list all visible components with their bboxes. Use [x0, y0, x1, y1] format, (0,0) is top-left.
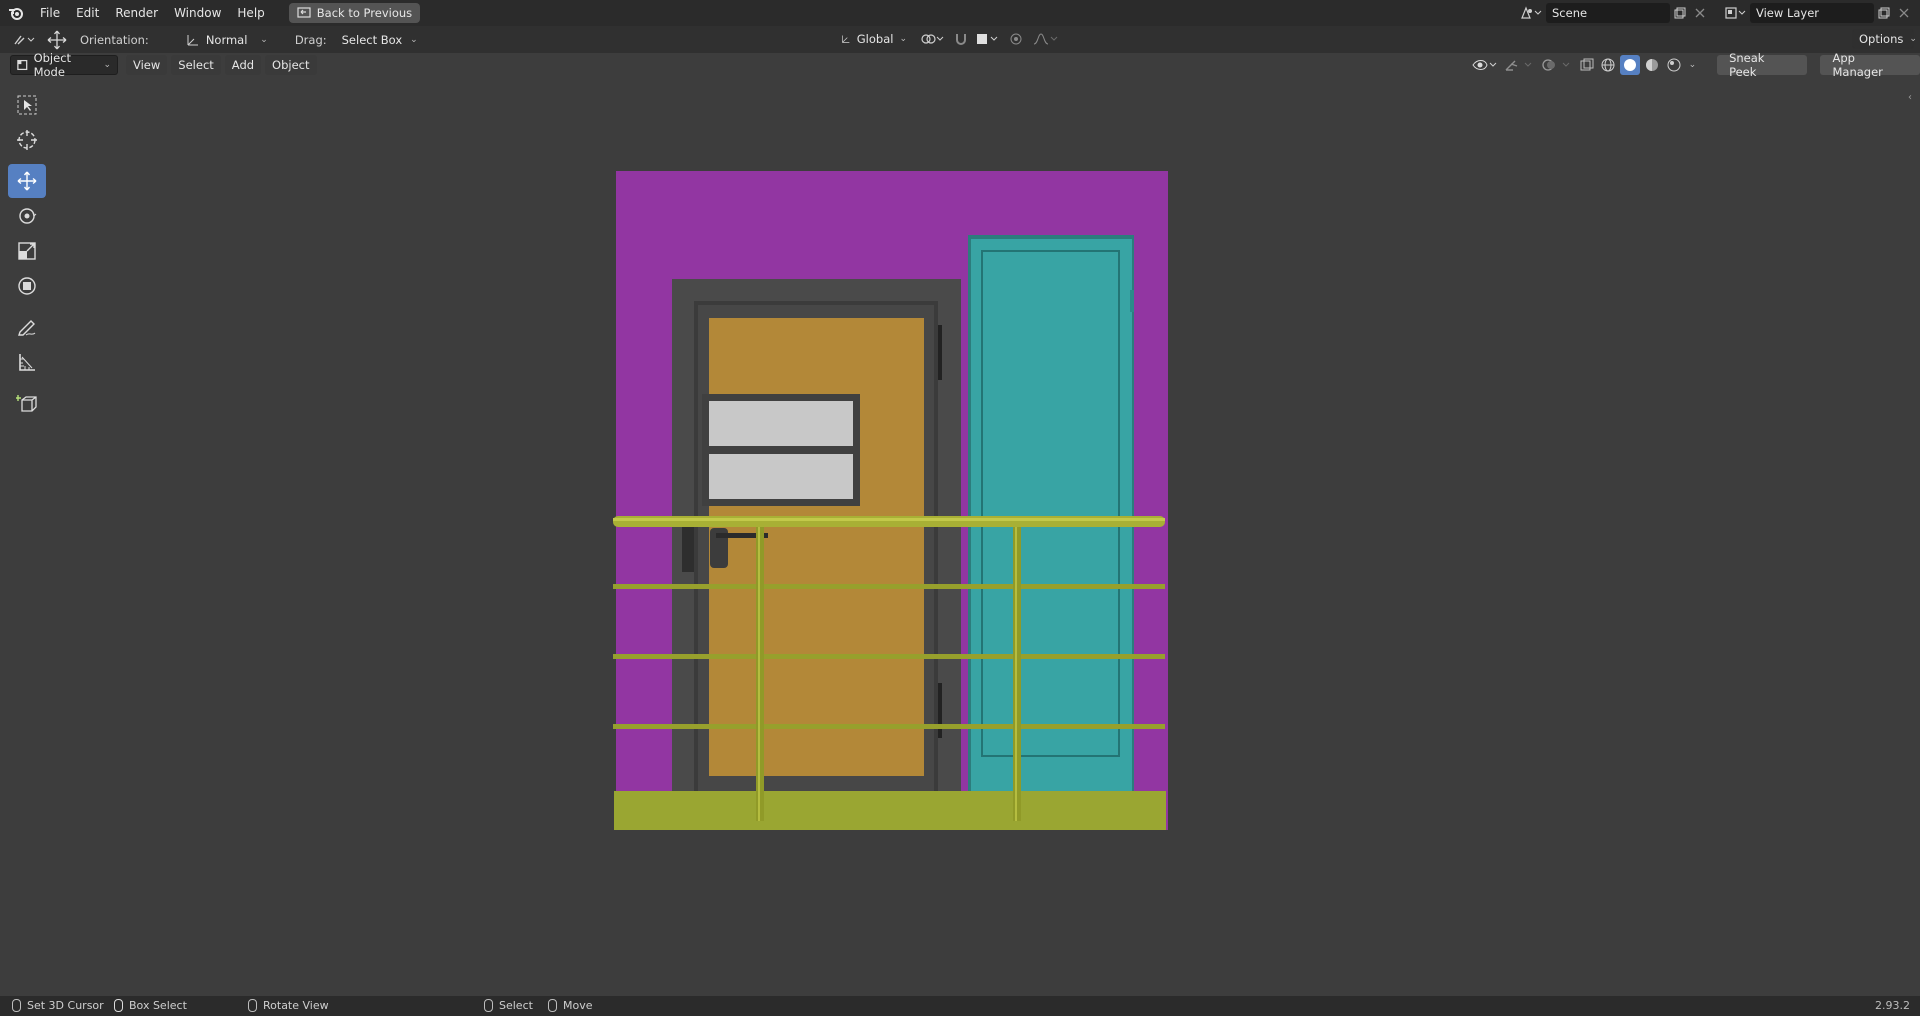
- mouse-drag-right-icon: [548, 999, 557, 1012]
- status-set-cursor: Set 3D Cursor: [12, 999, 104, 1012]
- mouse-right-icon: [484, 999, 493, 1012]
- status-box-select: Box Select: [114, 999, 187, 1012]
- mouse-left-icon: [12, 999, 21, 1012]
- status-select: Select: [484, 999, 533, 1012]
- floor-base[interactable]: [614, 791, 1166, 830]
- mouse-drag-icon: [114, 999, 123, 1012]
- status-set-cursor-label: Set 3D Cursor: [27, 999, 104, 1012]
- door-window-pane-bottom: [709, 454, 853, 499]
- status-move: Move: [548, 999, 593, 1012]
- door-lock-plate: [682, 520, 694, 572]
- status-select-label: Select: [499, 999, 533, 1012]
- status-rotate-view-label: Rotate View: [263, 999, 329, 1012]
- status-bar: Set 3D Cursor Box Select Rotate View Sel…: [0, 996, 1920, 1016]
- status-rotate-view: Rotate View: [248, 999, 329, 1012]
- status-move-label: Move: [563, 999, 593, 1012]
- door-window-pane-top: [709, 401, 853, 446]
- mouse-middle-icon: [248, 999, 257, 1012]
- viewport-scene[interactable]: [0, 0, 1920, 1016]
- teal-door[interactable]: [971, 239, 1132, 791]
- hinge-top: [938, 325, 942, 380]
- hinge-bottom: [938, 683, 942, 738]
- version-label: 2.93.2: [1875, 999, 1910, 1012]
- teal-door-hinge: [1130, 290, 1134, 312]
- wooden-door-panel[interactable]: [709, 318, 924, 776]
- status-box-select-label: Box Select: [129, 999, 187, 1012]
